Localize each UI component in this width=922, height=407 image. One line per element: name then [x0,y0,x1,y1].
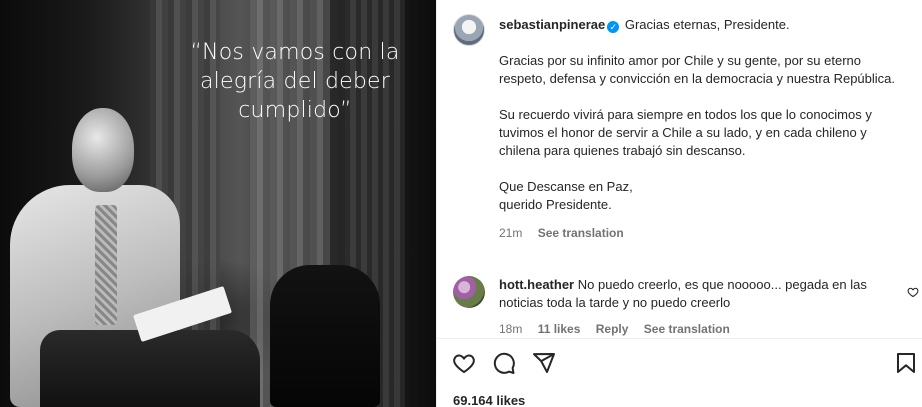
caption-closing: querido Presidente. [499,197,612,212]
image-quote: “Nos vamos con la alegría del deber cump… [170,38,420,125]
comment-time[interactable]: 18m [499,322,522,336]
caption-meta: 21m See translation [499,224,899,242]
heart-icon[interactable] [451,350,477,376]
comment-like-icon[interactable] [907,286,919,301]
caption-body: sebastianpinerae ✓ Gracias eternas, Presi… [499,14,899,242]
quote-line: cumplido” [238,98,352,123]
divider [437,338,922,339]
post-caption: sebastianpinerae ✓ Gracias eternas, Presi… [453,14,909,242]
bookmark-icon[interactable] [893,350,919,376]
trousers [40,330,260,407]
comment-likes[interactable]: 11 likes [538,322,581,336]
caption-time[interactable]: 21m [499,226,522,240]
reply-button[interactable]: Reply [596,322,629,336]
chair [270,265,380,407]
tie [95,205,117,325]
comment-body: hott.heather No puedo creerlo, es que no… [499,276,879,338]
caption-paragraph: Que Descanse en Paz, [499,179,633,194]
post-image[interactable]: “Nos vamos con la alegría del deber cump… [0,0,436,407]
caption-paragraph: Gracias por su infinito amor por Chile y… [499,53,895,86]
likes-count[interactable]: 69.164 likes [453,393,525,407]
comment: hott.heather No puedo creerlo, es que no… [453,276,893,338]
verified-badge-icon: ✓ [607,21,620,33]
post-sidebar: sebastianpinerae ✓ Gracias eternas, Presi… [436,0,922,407]
comment-meta: 18m 11 likes Reply See translation [499,320,879,338]
caption-username[interactable]: sebastianpinerae [499,17,605,32]
person-head [72,108,134,192]
action-bar [451,350,921,378]
comment-icon[interactable] [491,350,517,376]
caption-first-line: Gracias eternas, Presidente. [624,17,790,32]
see-translation-link[interactable]: See translation [644,322,730,336]
see-translation-link[interactable]: See translation [538,226,624,240]
caption-paragraph: Su recuerdo vivirá para siempre en todos… [499,107,872,158]
quote-line: alegría del deber [199,69,390,94]
comment-username[interactable]: hott.heather [499,277,574,292]
comments-scroll[interactable]: sebastianpinerae ✓ Gracias eternas, Presi… [437,0,922,338]
share-icon[interactable] [531,350,557,376]
avatar[interactable] [453,276,485,308]
quote-line: “Nos vamos con la [190,40,400,65]
avatar[interactable] [453,14,485,46]
